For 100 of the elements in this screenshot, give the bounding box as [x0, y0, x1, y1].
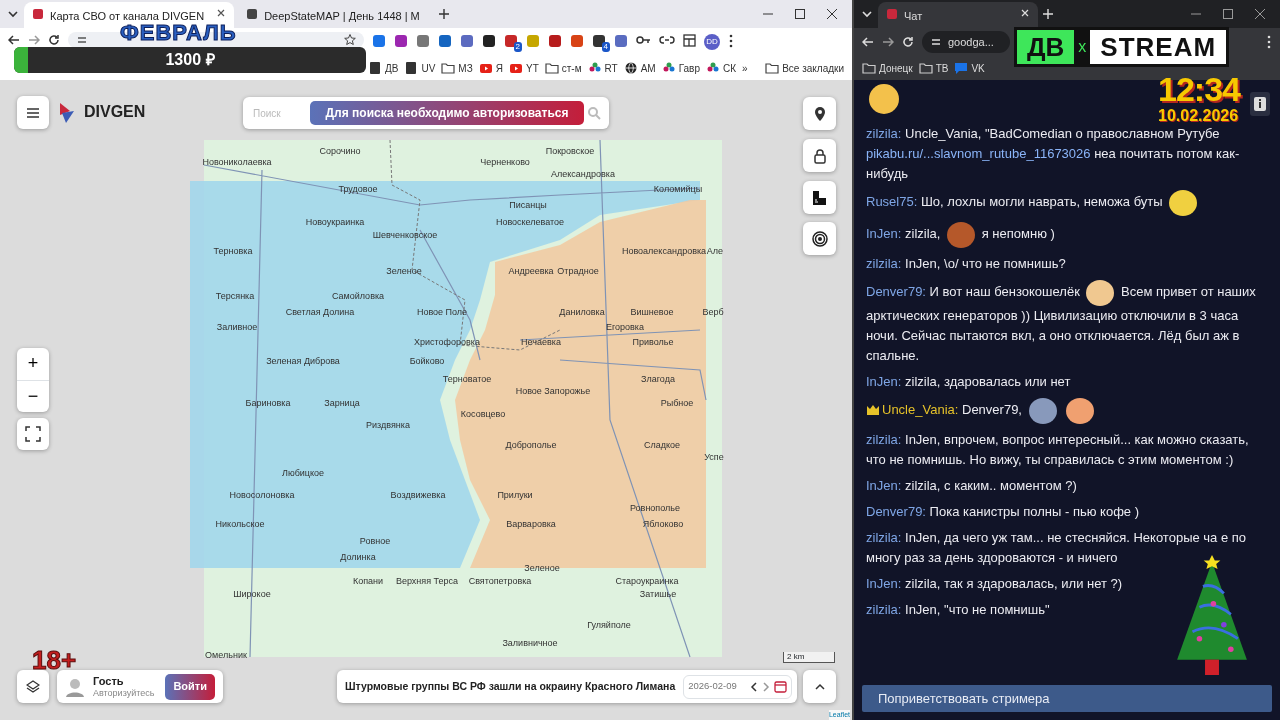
bookmark-link[interactable]: ст-м [544, 60, 582, 76]
chat-message: Denver79: Пока канистры полны - пью кофе ) [866, 503, 1141, 521]
forward-icon[interactable] [28, 34, 40, 46]
chat-icon [954, 61, 969, 75]
chevron-up-icon [814, 682, 825, 691]
bookmark-link[interactable]: YT [508, 60, 539, 76]
extension-icon[interactable] [394, 34, 408, 48]
chat-message: zilzila: InJen, впрочем, вопрос интересный... как можно сказать, что не помнишь. Но вижу, ты справилась с этим моментом :) [866, 431, 1250, 469]
menu-icon[interactable] [1266, 35, 1272, 49]
close-icon[interactable] [216, 8, 227, 18]
date-field[interactable]: 2026-02-09 [683, 674, 793, 699]
address-bar[interactable]: goodga... [922, 31, 1010, 53]
place-label: Бойково [409, 356, 445, 366]
reload-icon[interactable] [48, 34, 60, 46]
target-icon [811, 230, 828, 247]
bookmark-link[interactable]: UV [404, 60, 436, 76]
forward-icon[interactable] [882, 36, 894, 48]
bookmark-link[interactable]: МЗ [441, 60, 473, 76]
fullscreen-icon [25, 426, 41, 442]
emote-icon [947, 222, 976, 248]
target-button[interactable] [803, 222, 836, 255]
folder-icon [544, 61, 559, 75]
location-pin-button[interactable] [803, 97, 836, 130]
bookmark-link[interactable]: ДВ [368, 60, 399, 76]
close-icon[interactable] [826, 8, 838, 20]
chat-username[interactable]: InJen: [866, 478, 902, 493]
layers-icon [26, 680, 40, 693]
chat-username[interactable]: Uncle_Vania: [882, 402, 959, 418]
chat-username[interactable]: zilzila: [866, 256, 902, 271]
previous-day-icon[interactable] [750, 681, 759, 692]
bookmark-link[interactable]: RT [587, 60, 618, 76]
link-icon[interactable] [659, 34, 675, 46]
place-label: Широкое [233, 589, 271, 599]
more-bookmarks-button[interactable]: » [742, 60, 748, 76]
chat-message: zilzila: InJen, да чего уж там... не стесняйся. Некоторые ча е по многу раз за день здороваются - и ничего [866, 529, 1248, 567]
book-icon [404, 61, 419, 75]
zoom-out-button[interactable]: − [17, 379, 49, 412]
extension-icon[interactable] [592, 34, 606, 48]
chat-username[interactable]: Rusel75: [866, 194, 918, 210]
close-icon[interactable] [1254, 8, 1266, 20]
lock-button[interactable] [803, 139, 836, 172]
chat-username[interactable]: zilzila: [866, 126, 902, 141]
place-label: Риздвянка [366, 420, 410, 430]
menu-icon[interactable] [728, 34, 734, 48]
fullscreen-button[interactable] [17, 418, 49, 450]
menu-icon [26, 106, 40, 119]
site-info-icon [76, 35, 88, 45]
browser-tab[interactable]: DeepStateMAP | День 1448 | M [238, 2, 434, 28]
globe-icon [623, 61, 638, 75]
calendar-icon[interactable] [774, 680, 788, 693]
place-label: Бариновка [245, 398, 291, 408]
extension-icon[interactable] [504, 34, 518, 48]
bookmark-link[interactable]: AM [623, 60, 656, 76]
bookmark-link[interactable]: Я [478, 60, 503, 76]
login-required-button[interactable]: Для поиска необходимо авторизоваться [309, 101, 585, 125]
chat-link[interactable]: pikabu.ru/...slavnom_rutube_11673026 [866, 146, 1091, 161]
place-label: Ровнополье [630, 503, 680, 513]
greet-streamer-button[interactable]: Поприветствовать стримера [862, 684, 1272, 712]
chat-username[interactable]: Denver79: [866, 284, 926, 300]
place-label: Александровка [551, 169, 615, 179]
menu-button[interactable] [17, 96, 49, 129]
extension-badge: 2 [513, 42, 522, 52]
bookmark-star-icon[interactable] [344, 34, 356, 46]
back-icon[interactable] [8, 34, 20, 46]
extension-icon[interactable] [482, 34, 496, 48]
chat-username[interactable]: Denver79: [866, 504, 926, 519]
place-label: Покровское [545, 146, 595, 156]
layers-button[interactable] [17, 670, 49, 703]
place-label: Отрадное [557, 266, 599, 276]
bookmark-link[interactable]: СК [706, 60, 737, 76]
login-button[interactable]: Войти [165, 673, 215, 700]
search-field[interactable]: Поиск Для поиска необходимо авторизоваться [243, 97, 609, 129]
info-icon [1254, 97, 1266, 111]
table-icon[interactable] [683, 34, 696, 47]
key-icon[interactable] [636, 34, 651, 46]
profile-avatar[interactable]: DD [704, 34, 720, 50]
all-bookmarks-link[interactable]: Все закладки [765, 60, 844, 76]
bookmark-link[interactable]: Гавр [661, 60, 700, 76]
chat-username[interactable]: InJen: [866, 374, 902, 389]
maximize-icon[interactable] [794, 8, 806, 20]
place-label: Самойловка [331, 291, 385, 301]
chat-username[interactable]: zilzila: [866, 530, 902, 545]
chat-message: InJen: zilzila, с каким.. моментом ?) [866, 477, 1078, 495]
bookmark-link[interactable]: Донецк [862, 60, 913, 76]
maximize-icon[interactable] [1222, 8, 1234, 20]
place-label: Рыбное [660, 398, 694, 408]
chat-username[interactable]: InJen: [866, 226, 902, 242]
place-label: Заливное [216, 322, 258, 332]
zoom-in-button[interactable]: + [17, 348, 49, 380]
chat-username[interactable]: InJen: [866, 576, 902, 591]
new-tab-icon[interactable] [437, 8, 450, 20]
info-button[interactable] [1250, 92, 1270, 116]
chat-username[interactable]: zilzila: [866, 432, 902, 447]
place-label: Терновка [213, 246, 253, 256]
bookmark-link[interactable]: VK [954, 60, 985, 76]
extension-icon[interactable] [548, 34, 562, 48]
bookmark-link[interactable]: ТВ [918, 60, 949, 76]
chat-username[interactable]: zilzila: [866, 602, 902, 617]
clock-time: 12:34 [1158, 72, 1240, 106]
browser-tab[interactable]: Чат [878, 2, 1038, 28]
